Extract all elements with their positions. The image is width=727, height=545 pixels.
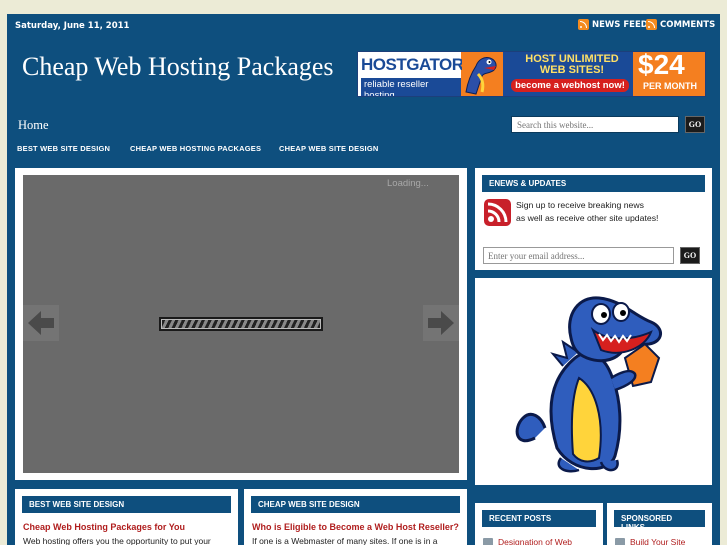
widget-title: BEST WEB SITE DESIGN [22, 496, 231, 513]
email-input[interactable] [483, 247, 674, 264]
comments-feed-link[interactable]: COMMENTS [646, 19, 715, 30]
nav-home[interactable]: Home [18, 118, 49, 133]
rss-large-icon [484, 199, 511, 226]
slider-prev-button[interactable] [23, 305, 59, 341]
cheap-web-site-design-widget: CHEAP WEB SITE DESIGN Who is Eligible to… [244, 489, 467, 545]
comments-label: COMMENTS [660, 19, 716, 30]
arrow-right-icon [428, 311, 454, 335]
post-excerpt: Web hosting offers you the opportunity t… [23, 536, 211, 545]
featured-slider-panel: Loading... [15, 168, 467, 480]
subnav-best-web-site-design[interactable]: BEST WEB SITE DESIGN [17, 144, 110, 153]
post-title-link[interactable]: Who is Eligible to Become a Web Host Res… [252, 522, 459, 532]
slider-next-button[interactable] [423, 305, 459, 341]
enews-description: Sign up to receive breaking news as well… [516, 199, 658, 225]
news-feed-link[interactable]: NEWS FEED [578, 19, 648, 30]
recent-post-link[interactable]: Designation of Web [483, 537, 572, 545]
banner-gator-icon [462, 52, 502, 96]
rss-icon [646, 19, 657, 30]
hostgator-mascot-ad[interactable] [475, 278, 712, 485]
widget-title: RECENT POSTS [482, 510, 596, 527]
current-date: Saturday, June 11, 2011 [15, 21, 130, 31]
enews-line-1: Sign up to receive breaking news [516, 200, 644, 210]
banner-message: HOST UNLIMITED WEB SITES! become a webho… [503, 52, 633, 96]
widget-title: SPONSORED LINKS [614, 510, 705, 532]
sub-navigation: BEST WEB SITE DESIGN CHEAP WEB HOSTING P… [7, 143, 720, 157]
recent-post-label: Designation of Web [498, 537, 573, 545]
enews-line-2: as well as receive other site updates! [516, 213, 659, 223]
arrow-left-icon [28, 311, 54, 335]
sponsored-links-widget: SPONSORED LINKS Build Your Site [607, 503, 712, 545]
hostgator-mascot-icon [515, 296, 662, 473]
enews-widget: ENEWS & UPDATES Sign up to receive break… [475, 168, 712, 270]
banner-headline: HOST UNLIMITED WEB SITES! [525, 53, 619, 76]
slider-loading-text: Loading... [387, 178, 429, 189]
best-web-site-design-widget: BEST WEB SITE DESIGN Cheap Web Hosting P… [15, 489, 238, 545]
banner-subtitle: reliable reseller hosting [361, 78, 461, 96]
page-wrapper: Saturday, June 11, 2011 NEWS FEED COMMEN… [7, 14, 720, 545]
post-excerpt: If one is a Webmaster of many sites. If … [252, 536, 438, 545]
enews-title: ENEWS & UPDATES [482, 175, 705, 192]
recent-posts-widget: RECENT POSTS Designation of Web [475, 503, 603, 545]
banner-brand-block: HOSTGATOR reliable reseller hosting [358, 52, 464, 96]
featured-slider: Loading... [23, 175, 459, 473]
rss-icon [578, 19, 589, 30]
email-go-button[interactable]: GO [680, 247, 700, 264]
banner-brand: HOSTGATOR [361, 55, 464, 74]
subnav-cheap-web-site-design[interactable]: CHEAP WEB SITE DESIGN [279, 144, 379, 153]
banner-cta: become a webhost now! [511, 79, 629, 92]
search-go-button[interactable]: GO [685, 116, 705, 133]
site-title[interactable]: Cheap Web Hosting Packages [22, 52, 334, 82]
banner-period: PER MONTH [643, 81, 697, 91]
banner-price: $24 [638, 51, 685, 80]
search-input[interactable] [511, 116, 679, 133]
slider-progress-bar [159, 317, 323, 331]
news-feed-label: NEWS FEED [592, 19, 648, 30]
top-bar: Saturday, June 11, 2011 NEWS FEED COMMEN… [7, 14, 720, 38]
hostgator-banner-ad[interactable]: HOSTGATOR reliable reseller hosting HOST… [357, 51, 706, 97]
widget-title: CHEAP WEB SITE DESIGN [251, 496, 460, 513]
link-bullet-icon [615, 538, 625, 545]
sponsored-link-label: Build Your Site [630, 537, 686, 545]
subnav-cheap-web-hosting-packages[interactable]: CHEAP WEB HOSTING PACKAGES [130, 144, 261, 153]
post-bullet-icon [483, 538, 493, 545]
post-title-link[interactable]: Cheap Web Hosting Packages for You [23, 522, 185, 532]
sponsored-link[interactable]: Build Your Site [615, 537, 685, 545]
